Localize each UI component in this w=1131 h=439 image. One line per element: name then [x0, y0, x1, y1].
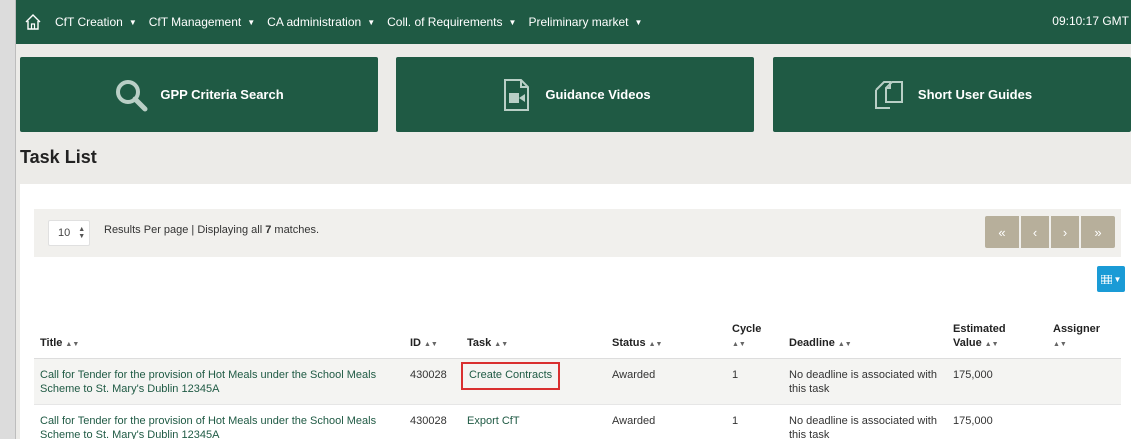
results-summary: Results Per page | Displaying all 7 matc… — [104, 224, 319, 236]
results-prefix: Results Per page | Displaying all — [104, 224, 266, 236]
column-header-id[interactable]: ID ▲▼ — [404, 306, 461, 359]
sort-icon: ▲▼ — [424, 340, 438, 348]
header-label: Deadline — [789, 336, 835, 349]
results-per-page-select[interactable]: 10 ▲ ▼ — [48, 220, 90, 246]
caret-down-icon: ▼ — [367, 17, 376, 27]
spinner-icon: ▲ ▼ — [78, 226, 86, 240]
task-list-panel: 10 ▲ ▼ Results Per page | Displaying all … — [20, 184, 1131, 439]
caret-down-icon: ▼ — [634, 17, 643, 27]
task-title-link[interactable]: Call for Tender for the provision of Hot… — [34, 404, 404, 439]
clock: 09:10:17 GMT — [1052, 14, 1129, 28]
sort-icon: ▲▼ — [648, 340, 663, 348]
menu-label: CfT Creation — [55, 15, 123, 29]
task-status: Awarded — [612, 368, 656, 381]
caret-down-icon: ▼ — [247, 17, 256, 27]
main-menu: CfT Creation ▼ CfT Management ▼ CA adminis… — [55, 0, 654, 44]
list-controls: 10 ▲ ▼ Results Per page | Displaying all … — [34, 209, 1121, 257]
menu-label: Coll. of Requirements — [387, 15, 503, 29]
main-content: GPP Criteria Search Guidance Videos Shor… — [16, 44, 1131, 439]
documents-icon — [874, 80, 903, 109]
table-row: Call for Tender for the provision of Hot… — [34, 358, 1121, 404]
task-link[interactable]: Create Contracts — [461, 361, 561, 390]
task-assigner — [1047, 404, 1121, 439]
task-deadline: No deadline is associated with this task — [789, 414, 937, 439]
header-label: Task — [467, 336, 492, 349]
header-label: Estimated — [953, 322, 1006, 335]
task-table: Title ▲▼ ID ▲▼ Task ▲▼ Status ▲▼ Cycle ▲▼ Dea… — [34, 306, 1121, 439]
page-title: Task List — [20, 147, 97, 167]
task-assigner — [1047, 358, 1121, 404]
last-page-button[interactable]: » — [1081, 216, 1115, 248]
task-title-link[interactable]: Call for Tender for the provision of Hot… — [34, 358, 404, 404]
task-cell: Create Contracts — [461, 358, 606, 404]
header-label: Cycle — [732, 322, 762, 335]
sort-icon: ▲▼ — [1053, 340, 1067, 348]
tile-label: GPP Criteria Search — [160, 87, 284, 102]
first-page-button[interactable]: « — [985, 216, 1019, 248]
next-page-button[interactable]: › — [1051, 216, 1079, 248]
sort-icon: ▲▼ — [494, 340, 509, 348]
menu-ca-administration[interactable]: CA administration ▼ — [267, 15, 387, 29]
task-id: 430028 — [410, 414, 447, 427]
per-page-value: 10 — [58, 227, 71, 239]
top-navigation-bar: CfT Creation ▼ CfT Management ▼ CA adminis… — [0, 0, 1131, 44]
menu-label: Preliminary market — [528, 15, 629, 29]
task-link[interactable]: Export CfT — [467, 415, 520, 427]
column-header-estimated-value[interactable]: Estimated Value ▲▼ — [947, 306, 1047, 359]
search-icon — [116, 79, 148, 111]
menu-label: CfT Management — [148, 15, 242, 29]
task-deadline: No deadline is associated with this task — [789, 368, 937, 395]
caret-down-icon: ▼ — [1113, 274, 1122, 284]
header-label: Title — [40, 336, 63, 349]
previous-page-button[interactable]: ‹ — [1021, 216, 1049, 248]
sort-icon: ▲▼ — [984, 340, 999, 348]
menu-cft-management[interactable]: CfT Management ▼ — [149, 15, 267, 29]
menu-coll-of-requirements[interactable]: Coll. of Requirements ▼ — [387, 15, 528, 29]
header-label: Status — [612, 336, 646, 349]
column-header-deadline[interactable]: Deadline ▲▼ — [783, 306, 947, 359]
grid-icon — [1100, 274, 1112, 284]
table-row: Call for Tender for the provision of Hot… — [34, 404, 1121, 439]
sort-icon: ▲▼ — [837, 340, 852, 348]
caret-down-icon: ▼ — [128, 17, 137, 27]
video-file-icon — [504, 78, 530, 111]
column-header-status[interactable]: Status ▲▼ — [606, 306, 726, 359]
gpp-criteria-search-tile[interactable]: GPP Criteria Search — [20, 57, 378, 132]
task-cycle: 1 — [732, 414, 739, 427]
column-header-cycle[interactable]: Cycle ▲▼ — [726, 306, 783, 359]
header-label: ID — [410, 336, 421, 349]
column-header-title[interactable]: Title ▲▼ — [34, 306, 404, 359]
results-suffix: matches. — [271, 224, 320, 236]
short-user-guides-tile[interactable]: Short User Guides — [773, 57, 1131, 132]
task-cycle: 1 — [732, 368, 739, 381]
task-estimated-value: 175,000 — [953, 414, 993, 427]
column-header-assigner[interactable]: Assigner ▲▼ — [1047, 306, 1121, 359]
sort-icon: ▲▼ — [732, 340, 746, 348]
tile-label: Short User Guides — [917, 87, 1033, 102]
caret-down-icon: ▼ — [508, 17, 517, 27]
sort-icon: ▲▼ — [65, 340, 80, 348]
tile-label: Guidance Videos — [545, 87, 651, 102]
home-icon[interactable] — [24, 13, 42, 31]
header-label: Value — [953, 336, 982, 349]
guidance-videos-tile[interactable]: Guidance Videos — [396, 57, 754, 132]
pagination: « ‹ › » — [985, 216, 1115, 248]
task-id: 430028 — [410, 368, 447, 381]
task-cell: Export CfT — [461, 404, 606, 439]
column-chooser-button[interactable]: ▼ — [1097, 266, 1125, 292]
task-estimated-value: 175,000 — [953, 368, 993, 381]
menu-cft-creation[interactable]: CfT Creation ▼ — [55, 15, 149, 29]
column-header-task[interactable]: Task ▲▼ — [461, 306, 606, 359]
header-label: Assigner — [1053, 322, 1101, 335]
menu-preliminary-market[interactable]: Preliminary market ▼ — [528, 15, 654, 29]
menu-label: CA administration — [267, 15, 362, 29]
task-status: Awarded — [612, 414, 656, 427]
window-frame — [0, 0, 16, 439]
